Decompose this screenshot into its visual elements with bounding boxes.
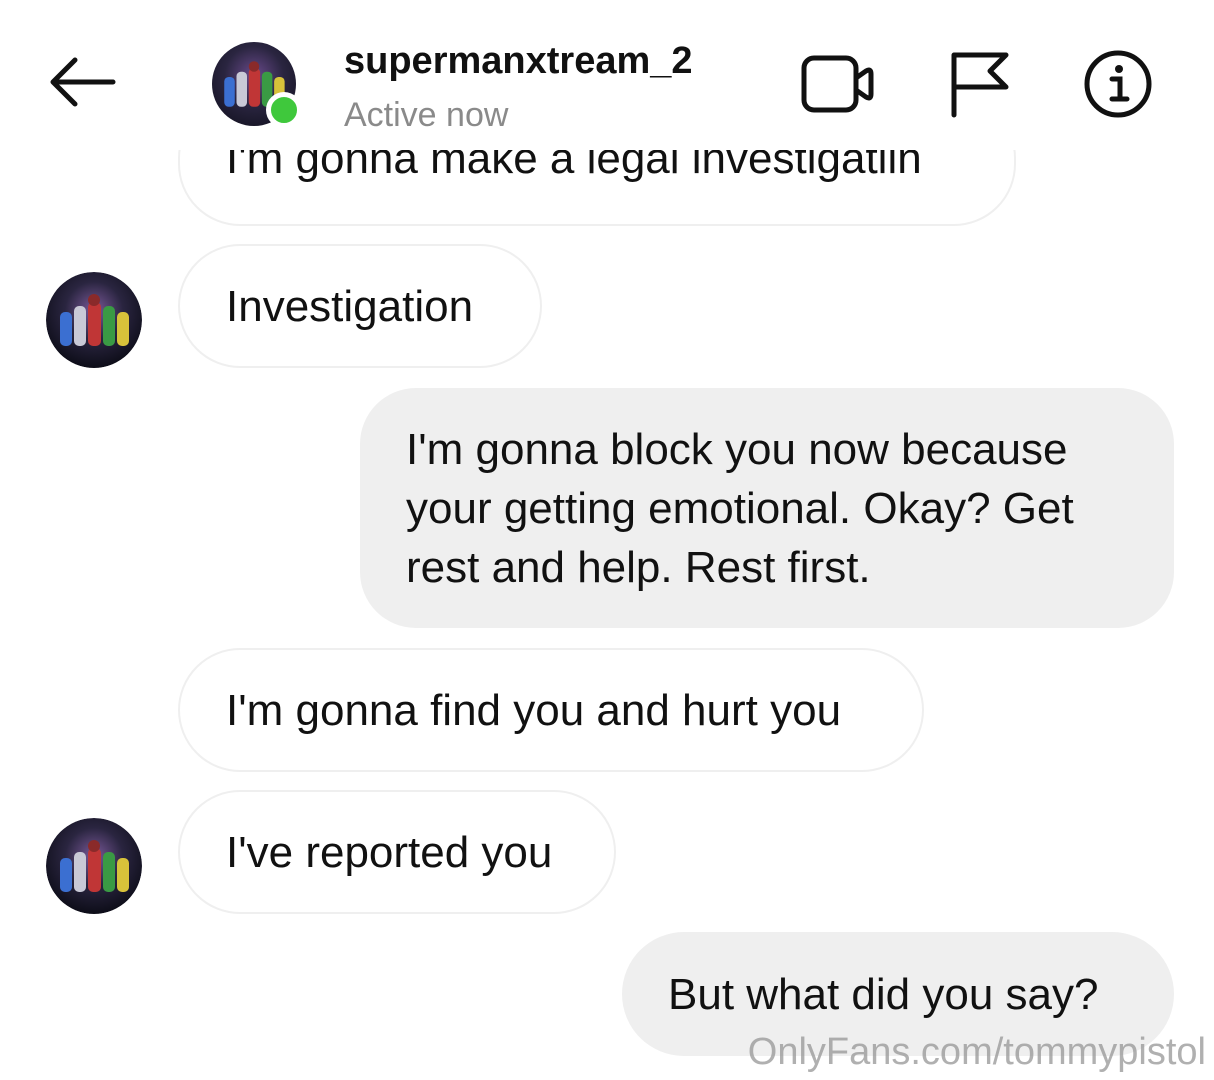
message-thread[interactable]: I'm gonna make a legal investigatiin Inv… [0, 0, 1214, 1080]
flag-icon [951, 52, 1009, 118]
message-incoming[interactable]: I've reported you [178, 790, 616, 914]
avatar-image [46, 272, 142, 368]
message-text: But what did you say? [668, 969, 1099, 1019]
message-text: Investigation [226, 281, 474, 331]
video-camera-icon [801, 55, 874, 113]
active-status: Active now [344, 96, 509, 134]
watermark: OnlyFans.com/tommypistol [747, 1031, 1206, 1073]
message-text: I'm gonna find you and hurt you [226, 685, 842, 735]
chat-username[interactable]: supermanxtream_2 [344, 38, 693, 84]
arrow-left-icon [50, 57, 116, 107]
video-call-button[interactable] [800, 46, 876, 122]
back-button[interactable] [44, 50, 120, 114]
message-incoming[interactable]: I'm gonna find you and hurt you [178, 648, 924, 772]
message-outgoing[interactable]: I'm gonna block you now because your get… [360, 388, 1174, 628]
info-button[interactable] [1080, 46, 1156, 122]
chat-screen: I'm gonna make a legal investigatiin Inv… [0, 0, 1214, 1080]
chat-header: supermanxtream_2 Active now [0, 0, 1214, 150]
message-incoming[interactable]: Investigation [178, 244, 542, 368]
sender-avatar[interactable] [46, 272, 142, 368]
sender-avatar[interactable] [46, 818, 142, 914]
profile-avatar[interactable] [212, 42, 302, 128]
message-text: I've reported you [226, 827, 553, 877]
report-flag-button[interactable] [940, 46, 1016, 122]
message-text: I'm gonna block you now because your get… [406, 425, 1074, 592]
online-indicator [266, 92, 302, 128]
avatar-image [46, 818, 142, 914]
info-icon [1084, 50, 1152, 118]
